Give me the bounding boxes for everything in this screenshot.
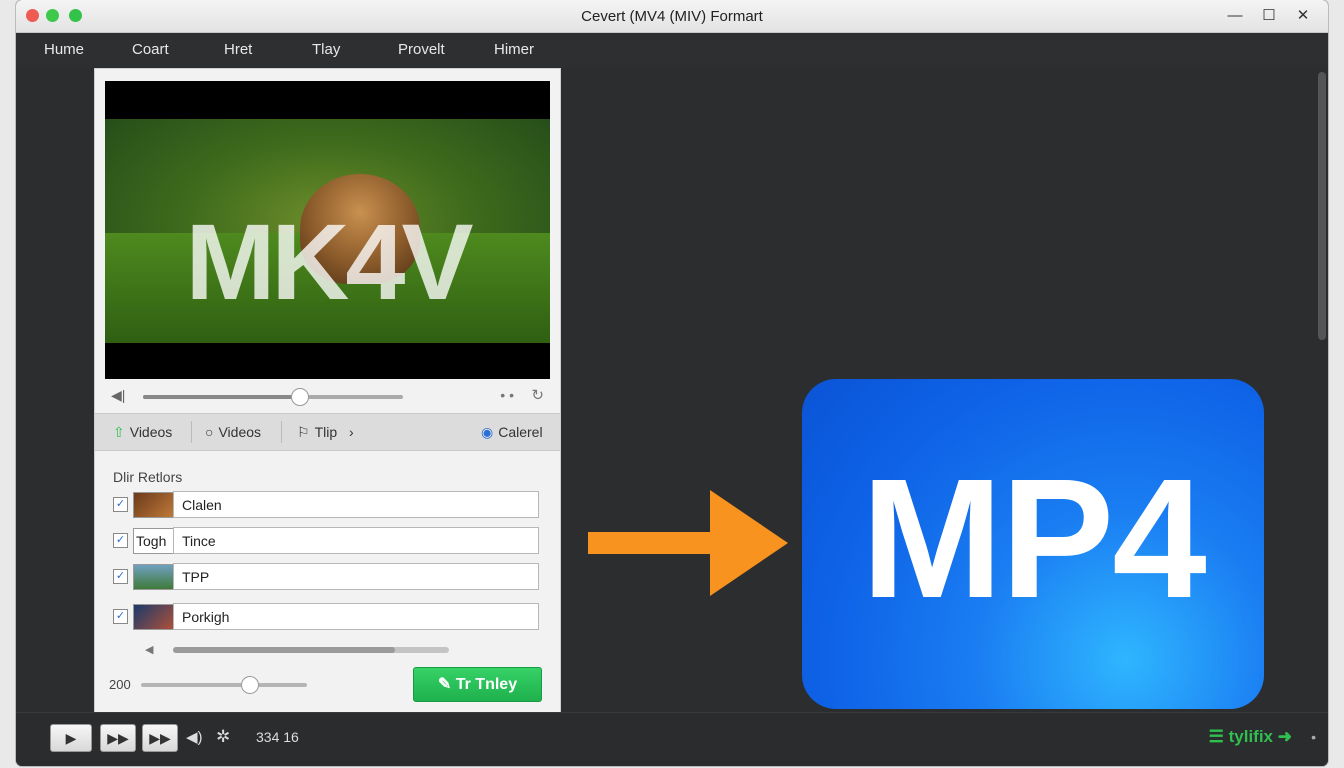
- title-bar: Cevert (MV4 (MIV) Formart — ☐ ✕: [16, 0, 1328, 33]
- file-checkbox[interactable]: ✓: [113, 609, 128, 624]
- file-list-scrollbar[interactable]: ◀: [145, 643, 450, 657]
- volume-icon[interactable]: ◀): [186, 728, 203, 746]
- seek-slider[interactable]: [143, 388, 403, 406]
- file-list-title: Dlir Retlors: [113, 469, 183, 485]
- file-name-field[interactable]: Tince: [173, 527, 539, 554]
- play-button[interactable]: ▶: [50, 724, 92, 752]
- maximize-button[interactable]: ☐: [1252, 0, 1286, 32]
- target-icon: ◉: [481, 424, 494, 440]
- menu-item-coart[interactable]: Coart: [132, 41, 169, 58]
- bottom-toolbar: ▶ ▶▶ ▶▶ ◀) ✲ 334 16 ☰ tylifix ➜ •: [16, 712, 1328, 766]
- file-name-field[interactable]: Clalen: [173, 491, 539, 518]
- panel-tab-bar: ⇧ Videos ○ Videos ⚐ Tlip › ◉ Calerel: [95, 413, 560, 451]
- upload-icon: ⇧: [113, 424, 125, 440]
- file-name: Tince: [182, 533, 216, 549]
- circle-icon: ○: [205, 424, 214, 440]
- convert-button[interactable]: ✎ Tr Tnley: [413, 667, 542, 702]
- file-name-field[interactable]: Porkigh: [173, 603, 539, 630]
- tab-label: Videos: [129, 424, 173, 440]
- seek-knob[interactable]: [291, 388, 309, 406]
- mp4-format-tile: MP4: [802, 379, 1264, 709]
- tab-divider: [191, 421, 192, 443]
- menu-item-hume[interactable]: Hume: [44, 41, 84, 58]
- status-dot: •: [1311, 729, 1316, 745]
- file-thumbnail: [133, 564, 175, 590]
- scroll-track[interactable]: [173, 647, 449, 653]
- minimize-button[interactable]: —: [1218, 0, 1252, 32]
- menu-item-hret[interactable]: Hret: [224, 41, 252, 58]
- flag-icon: ⚐: [297, 424, 310, 440]
- menu-item-provelt[interactable]: Provelt: [398, 41, 445, 58]
- scroll-thumb[interactable]: [173, 647, 395, 653]
- quality-knob[interactable]: [240, 676, 259, 694]
- more-icon[interactable]: • •: [500, 387, 514, 403]
- brand-name: tylifix: [1228, 727, 1274, 746]
- volume-icon[interactable]: ◀|: [111, 387, 125, 404]
- menu-item-tlay[interactable]: Tlay: [312, 41, 340, 58]
- file-checkbox[interactable]: ✓: [113, 569, 128, 584]
- preview-overlay-text: MK4V: [185, 201, 473, 322]
- file-row[interactable]: ✓ Porkigh: [113, 603, 539, 630]
- tab-videos-upload[interactable]: ⇧ Videos: [113, 424, 172, 441]
- tab-videos[interactable]: ○ Videos: [205, 424, 261, 440]
- vertical-scrollbar[interactable]: [1318, 72, 1326, 340]
- file-thumbnail: [133, 492, 175, 518]
- skip-button[interactable]: ▶▶: [142, 724, 178, 752]
- brand-logo: ☰ tylifix ➜: [1209, 727, 1292, 747]
- tab-divider: [281, 421, 282, 443]
- chevron-right-icon: ›: [349, 424, 354, 440]
- tab-label: Tlip: [314, 424, 338, 440]
- file-name: TPP: [182, 569, 210, 585]
- video-preview[interactable]: MK4V: [105, 81, 550, 379]
- tab-label: Videos: [218, 424, 262, 440]
- player-controls: ◀| • • ↻: [105, 383, 550, 409]
- file-row[interactable]: ✓ Clalen: [113, 491, 539, 518]
- tab-label: Calerel: [498, 424, 543, 440]
- file-thumbnail: Togh: [133, 528, 175, 554]
- file-row[interactable]: ✓ TPP: [113, 563, 539, 590]
- file-name: Clalen: [182, 497, 222, 513]
- tab-cancel[interactable]: ◉ Calerel: [481, 424, 543, 441]
- convert-arrow-icon: [588, 490, 788, 596]
- quality-value: 200: [109, 677, 131, 692]
- arrow-right-icon: ➜: [1277, 727, 1292, 746]
- window-title: Cevert (MV4 (MIV) Formart: [581, 8, 763, 25]
- seek-fill: [143, 395, 299, 399]
- menu-bar: Hume Coart Hret Tlay Provelt Himer: [16, 33, 1328, 67]
- file-thumbnail: [133, 604, 175, 630]
- quality-slider[interactable]: [141, 676, 307, 694]
- file-checkbox[interactable]: ✓: [113, 497, 128, 512]
- forward-button[interactable]: ▶▶: [100, 724, 136, 752]
- file-row[interactable]: ✓ Togh Tince: [113, 527, 539, 554]
- menu-icon: ☰: [1208, 727, 1224, 746]
- app-window: Cevert (MV4 (MIV) Formart — ☐ ✕ Hume Coa…: [16, 0, 1328, 766]
- file-name: Porkigh: [182, 609, 230, 625]
- menu-item-himer[interactable]: Himer: [494, 41, 534, 58]
- effects-icon[interactable]: ✲: [216, 727, 230, 747]
- close-button[interactable]: ✕: [1286, 0, 1320, 32]
- arrow-shape: [588, 490, 788, 596]
- file-size-label: 334 16: [256, 729, 299, 745]
- converter-panel: MK4V ◀| • • ↻ ⇧Videos ○Videos ⚐Tlip ›: [94, 68, 561, 714]
- mp4-label: MP4: [861, 444, 1207, 634]
- file-name-field[interactable]: TPP: [173, 563, 539, 590]
- tab-tlip[interactable]: ⚐ Tlip ›: [297, 424, 354, 441]
- file-checkbox[interactable]: ✓: [113, 533, 128, 548]
- refresh-icon[interactable]: ↻: [531, 386, 544, 404]
